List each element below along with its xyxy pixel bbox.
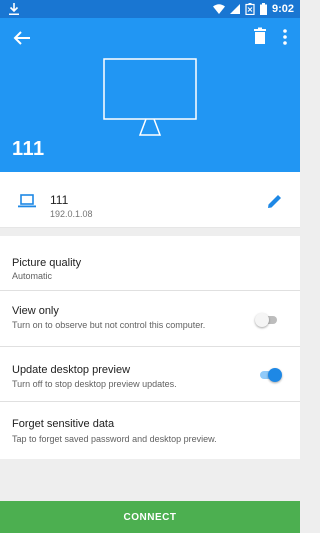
picture-quality-label: Picture quality: [12, 257, 82, 269]
forget-data-description: Tap to forget saved password and desktop…: [12, 434, 217, 444]
view-only-description: Turn on to observe but not control this …: [12, 320, 206, 330]
host-name: 111: [50, 193, 69, 207]
view-only-label: View only: [12, 305, 59, 317]
more-options-icon[interactable]: [278, 26, 292, 48]
picture-quality-value: Automatic: [12, 271, 53, 281]
laptop-icon: [18, 194, 36, 208]
battery-icon: [259, 3, 267, 15]
settings-list: Picture quality Automatic View only Turn…: [0, 236, 300, 459]
host-address: 192.0.1.08: [50, 209, 93, 219]
delete-icon[interactable]: [251, 26, 269, 48]
forget-data-row[interactable]: Forget sensitive data Tap to forget save…: [0, 403, 300, 458]
signal-icon: [229, 4, 240, 14]
picture-quality-row[interactable]: Picture quality Automatic: [0, 236, 300, 291]
toggle-knob: [255, 313, 269, 327]
update-preview-description: Turn off to stop desktop preview updates…: [12, 379, 177, 389]
connect-button[interactable]: CONNECT: [0, 501, 300, 533]
battery-x-icon: [245, 3, 255, 15]
update-preview-row[interactable]: Update desktop preview Turn off to stop …: [0, 347, 300, 402]
download-icon: [9, 3, 19, 15]
wifi-icon: [212, 4, 225, 14]
host-title: 111: [12, 138, 45, 160]
host-info-card: 111 192.0.1.08: [0, 172, 300, 228]
edit-pencil-icon[interactable]: [266, 192, 284, 210]
view-only-toggle[interactable]: [255, 313, 279, 327]
toggle-knob: [268, 368, 282, 382]
desktop-monitor-icon: [103, 58, 197, 136]
status-bar: 9:02: [0, 0, 300, 18]
host-header: 111: [0, 18, 300, 172]
view-only-row[interactable]: View only Turn on to observe but not con…: [0, 292, 300, 347]
update-preview-label: Update desktop preview: [12, 364, 131, 376]
status-time: 9:02: [271, 3, 294, 15]
update-preview-toggle[interactable]: [258, 368, 282, 382]
back-arrow-icon[interactable]: [10, 26, 34, 50]
forget-data-label: Forget sensitive data: [12, 418, 115, 430]
